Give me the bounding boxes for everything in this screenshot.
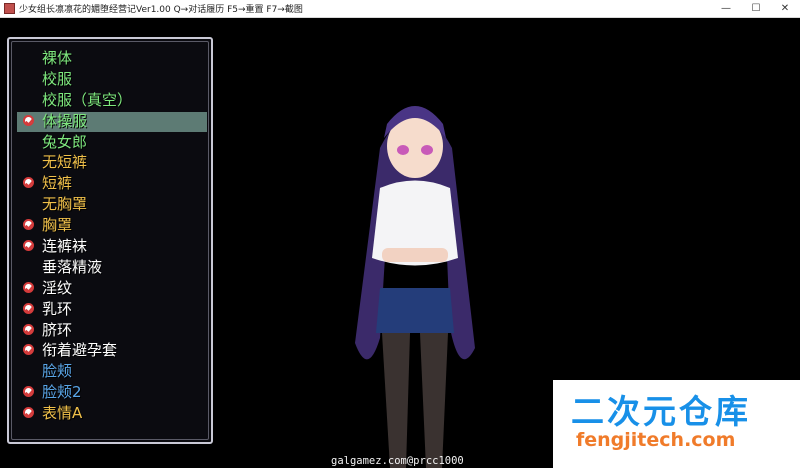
menu-item[interactable]: 校服: [17, 69, 207, 90]
menu-item-label: 体操服: [42, 111, 88, 130]
check-icon: [23, 386, 34, 398]
menu-item-label: 无胸罩: [42, 195, 88, 214]
menu-item-label: 脐环: [42, 320, 73, 339]
check-icon: [23, 219, 34, 231]
check-icon: [23, 177, 34, 189]
window-titlebar: 少女组长凛凛花的媚堕经营记Ver1.00 Q→对话履历 F5→重置 F7→截图 …: [0, 0, 800, 18]
menu-item[interactable]: 脐环: [17, 320, 207, 341]
menu-item-label: 脸颊2: [42, 383, 82, 402]
menu-item-label: 表情A: [42, 404, 83, 423]
minimize-button[interactable]: —: [711, 0, 741, 17]
close-button[interactable]: ✕: [770, 0, 800, 17]
menu-item[interactable]: 脸颊2: [17, 382, 207, 403]
check-icon: [23, 114, 34, 126]
costume-menu-window: 裸体校服校服（真空） 体操服兔女郎无短裤短裤无胸罩胸罩连裤袜 垂落精液淫纹乳环脐环衔…: [7, 37, 213, 444]
character-sprite: [355, 106, 475, 468]
window-title: 少女组长凛凛花的媚堕经营记Ver1.00 Q→对话履历 F5→重置 F7→截图: [19, 5, 303, 15]
menu-item-label: 衔着避孕套: [42, 341, 118, 360]
menu-item-label: 淫纹: [42, 278, 73, 297]
check-icon: [23, 323, 34, 335]
check-icon: [23, 240, 34, 252]
check-icon: [23, 302, 34, 314]
costume-menu-list: 裸体校服校服（真空） 体操服兔女郎无短裤短裤无胸罩胸罩连裤袜 垂落精液淫纹乳环脐环衔…: [17, 48, 207, 424]
menu-item[interactable]: 脸颊: [17, 361, 207, 382]
menu-item[interactable]: 淫纹: [17, 278, 207, 299]
menu-item-label: 兔女郎: [42, 132, 88, 151]
menu-item[interactable]: 垂落精液: [17, 257, 207, 278]
app-icon: [4, 3, 15, 14]
menu-item-label: 乳环: [42, 299, 73, 318]
menu-item-label: 短裤: [42, 174, 73, 193]
menu-item[interactable]: 无短裤: [17, 152, 207, 173]
brand-name: 二次元仓库: [571, 392, 751, 431]
brand-url: fengjitech.com: [576, 429, 736, 451]
menu-item[interactable]: 无胸罩: [17, 194, 207, 215]
menu-item-label: 裸体: [42, 49, 73, 67]
menu-item[interactable]: 兔女郎: [17, 132, 207, 153]
menu-item-label: 校服: [42, 69, 73, 88]
check-icon: [23, 344, 34, 356]
menu-item[interactable]: 体操服: [17, 111, 207, 132]
menu-item[interactable]: 连裤袜: [17, 236, 207, 257]
menu-item[interactable]: 裸体: [17, 48, 207, 69]
menu-item-label: 无短裤: [42, 153, 88, 172]
menu-item-label: 脸颊: [42, 362, 73, 381]
menu-item[interactable]: 短裤: [17, 173, 207, 194]
check-icon: [23, 281, 34, 293]
menu-item-label: 胸罩: [42, 216, 73, 235]
menu-item-label: 连裤袜: [42, 237, 88, 256]
menu-item-label: 垂落精液: [42, 257, 103, 276]
menu-item[interactable]: 乳环: [17, 299, 207, 320]
watermark-url: galgamez.com@prcc1000: [331, 455, 464, 467]
menu-item[interactable]: 衔着避孕套: [17, 340, 207, 361]
brand-watermark: 二次元仓库 fengjitech.com: [553, 380, 800, 468]
maximize-button[interactable]: ☐: [741, 0, 771, 17]
menu-item[interactable]: 胸罩: [17, 215, 207, 236]
menu-item[interactable]: 校服（真空）: [17, 90, 207, 111]
check-icon: [23, 407, 34, 419]
menu-item-label: 校服（真空）: [42, 90, 133, 109]
menu-item[interactable]: 表情A: [17, 403, 207, 424]
